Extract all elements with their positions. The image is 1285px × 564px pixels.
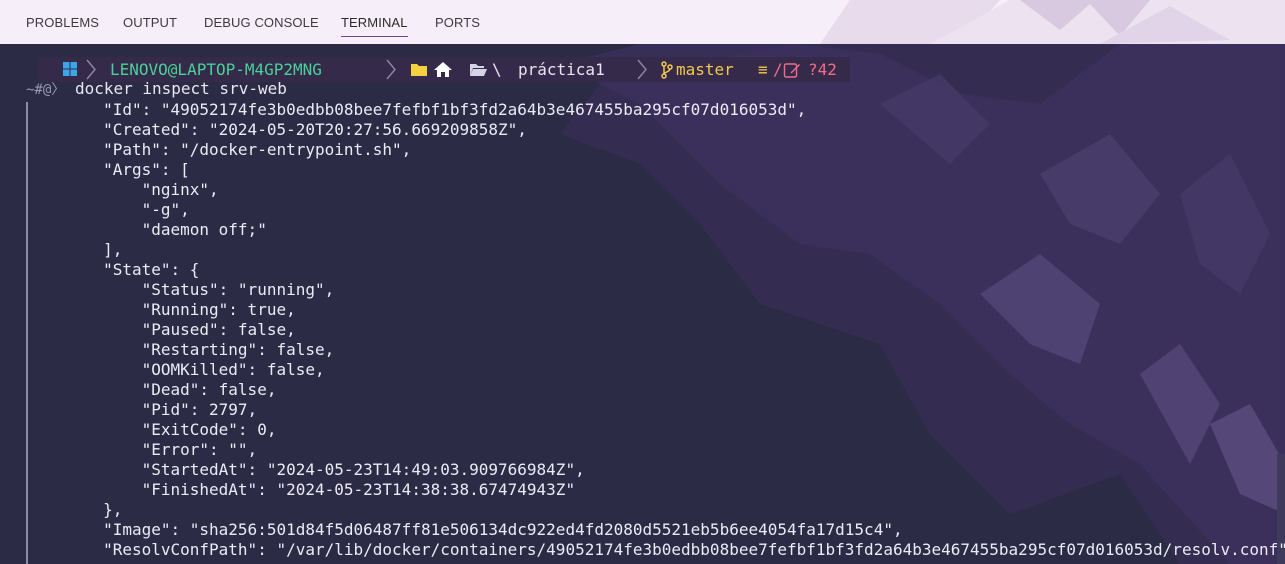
folder-open-icon — [470, 64, 487, 76]
output-line: "StartedAt": "2024-05-23T14:49:03.909766… — [26, 460, 585, 479]
tab-output[interactable]: OUTPUT — [123, 0, 177, 44]
output-line: "Id": "49052174fe3b0edbb08bee7fefbf1bf3f… — [26, 100, 807, 119]
prompt-directory: práctica1 — [518, 60, 605, 79]
output-line: "Args": [ — [26, 160, 190, 179]
output-line: "Path": "/docker-entrypoint.sh", — [26, 140, 412, 159]
sync-status-glyph: ≡ — [758, 60, 768, 79]
output-line: "Created": "2024-05-20T20:27:56.66920985… — [26, 120, 527, 139]
tab-debug-console[interactable]: DEBUG CONSOLE — [204, 0, 319, 44]
terminal-output: "Id": "49052174fe3b0edbb08bee7fefbf1bf3f… — [26, 100, 1285, 560]
untracked-count: ?42 — [808, 60, 837, 79]
output-line: "Status": "running", — [26, 280, 335, 299]
prompt-path-separator: \ — [492, 60, 502, 79]
output-line: "Dead": false, — [26, 380, 277, 399]
edit-icon — [783, 63, 800, 78]
chevron-right-icon — [637, 59, 647, 80]
chevron-right-icon — [86, 59, 96, 80]
output-line: "OOMKilled": false, — [26, 360, 325, 379]
command-prefix: ~#@〉 — [26, 82, 66, 98]
tab-ports[interactable]: PORTS — [435, 0, 480, 44]
output-line: "ResolvConfPath": "/var/lib/docker/conta… — [26, 540, 1285, 559]
tab-terminal[interactable]: TERMINAL — [341, 0, 408, 44]
output-line: "Error": "", — [26, 440, 258, 459]
output-line: "Running": true, — [26, 300, 296, 319]
panel-tab-bar: PROBLEMS OUTPUT DEBUG CONSOLE TERMINAL P… — [0, 0, 1285, 44]
output-line: }, — [26, 500, 123, 519]
output-line: "-g", — [26, 200, 190, 219]
terminal-panel[interactable]: LENOVO@LAPTOP-M4GP2MNG \ práctica1 maste… — [0, 44, 1285, 564]
wallpaper-decoration — [820, 0, 1285, 44]
folder-icon — [411, 64, 427, 76]
output-line: "State": { — [26, 260, 200, 279]
output-line: "FinishedAt": "2024-05-23T14:38:38.67474… — [26, 480, 576, 499]
output-line: "Paused": false, — [26, 320, 296, 339]
status-separator: / — [773, 60, 783, 79]
output-line: "daemon off;" — [26, 220, 267, 239]
output-line: ], — [26, 240, 123, 259]
chevron-right-icon — [386, 59, 396, 80]
command-line: ~#@〉 docker inspect srv-web — [26, 79, 287, 99]
command-text: docker inspect srv-web — [74, 79, 287, 98]
output-line: "ExitCode": 0, — [26, 420, 277, 439]
tab-problems[interactable]: PROBLEMS — [26, 0, 99, 44]
output-line: "nginx", — [26, 180, 219, 199]
output-line: "Image": "sha256:501d84f5d06487ff81e5061… — [26, 520, 903, 539]
prompt-branch: master — [676, 60, 734, 79]
git-branch-icon — [661, 61, 673, 79]
windows-icon — [63, 62, 77, 76]
output-line: "Pid": 2797, — [26, 400, 258, 419]
home-icon — [434, 62, 452, 77]
output-line: "Restarting": false, — [26, 340, 335, 359]
